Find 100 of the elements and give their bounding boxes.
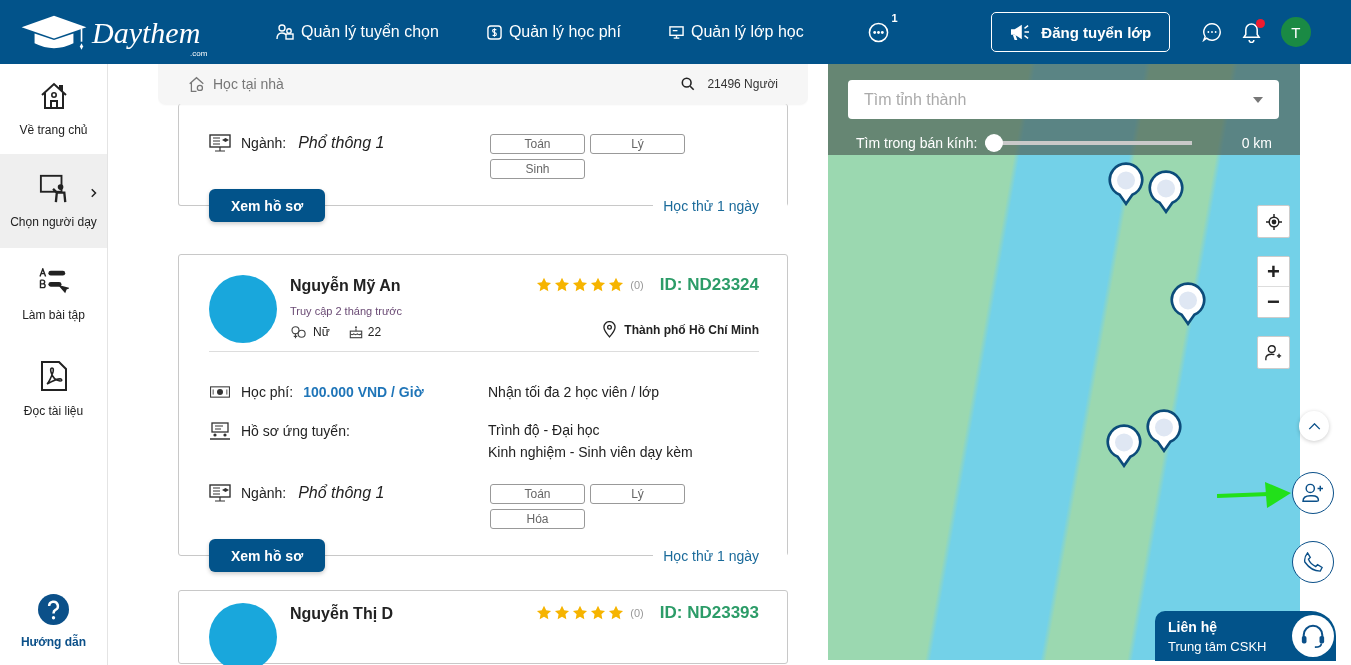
headset-icon (1300, 623, 1326, 649)
fee-label: Học phí: (241, 384, 294, 400)
star-icon (572, 605, 589, 621)
subject-tag: Toán (490, 484, 585, 504)
contact-title: Liên hệ (1168, 618, 1218, 635)
nav-link[interactable]: Quản lý lớp học (668, 23, 804, 41)
nav-link[interactable]: Quản lý tuyển chọn (276, 23, 439, 41)
map-marker[interactable] (1148, 170, 1184, 214)
star-icon (590, 605, 607, 621)
fee-value: 100.000 VND / Giờ (303, 384, 424, 400)
help-icon (38, 594, 69, 625)
profile-label: Hồ sơ ứng tuyển: (241, 423, 350, 439)
bell-icon[interactable] (1241, 21, 1261, 43)
people-icon (276, 24, 294, 40)
view-profile-button[interactable]: Xem hồ sơ (209, 189, 325, 222)
logo-text: Daythem (92, 16, 201, 50)
star-icon (536, 277, 553, 293)
map-marker[interactable] (1106, 424, 1142, 468)
contact-subtitle: Trung tâm CSKH (1168, 638, 1267, 654)
nav-link[interactable]: Quản lý học phí (486, 23, 621, 41)
add-person-button[interactable] (1257, 336, 1290, 369)
monitor-icon (209, 484, 231, 502)
phone-button[interactable] (1292, 541, 1334, 583)
presentation-icon (209, 422, 231, 440)
map-marker[interactable] (1170, 282, 1206, 326)
sidebar-item[interactable]: Chọn người dạy (0, 154, 107, 248)
age: 22 (367, 325, 382, 339)
teacher-board-icon (38, 173, 69, 203)
tutor-id: ID: ND23393 (659, 603, 759, 623)
subject-tag: Toán (490, 134, 585, 154)
chevron-up-icon (1307, 422, 1321, 430)
add-user-icon (1302, 483, 1324, 503)
chat-icon[interactable] (1201, 22, 1222, 42)
sidebar-item[interactable]: Đọc tài liệu (0, 342, 107, 436)
profile-line: Trình độ - Đại học (488, 422, 601, 438)
tutor-name: Nguyễn Thị D (290, 605, 394, 623)
location-pin-icon (603, 321, 617, 338)
tutor-name: Nguyễn Mỹ An (290, 277, 402, 295)
chevron-right-icon (91, 188, 97, 198)
user-avatar[interactable]: T (1280, 17, 1311, 47)
zoom-in-button[interactable]: + (1258, 257, 1289, 287)
caret-icon (1253, 96, 1263, 103)
search-placeholder: Học tại nhà (213, 76, 284, 92)
star-icon (536, 605, 553, 621)
notification-count: 1 (891, 11, 898, 24)
logo-suffix: .com (190, 49, 208, 58)
target-icon (1265, 213, 1282, 230)
dollar-icon (486, 24, 502, 40)
avatar-photo (209, 603, 277, 665)
subject-tag: Lý (590, 484, 685, 504)
post-class-button[interactable]: Đăng tuyển lớp (990, 12, 1170, 52)
add-user-button[interactable] (1292, 472, 1334, 514)
star-icon (590, 277, 607, 293)
scroll-up-button[interactable] (1299, 411, 1329, 441)
search-icon[interactable] (681, 77, 696, 91)
pdf-file-icon (39, 360, 68, 392)
subject-tag: Hóa (490, 509, 585, 529)
gender-icon (290, 325, 308, 339)
locate-button[interactable] (1257, 205, 1290, 238)
star-icon (608, 605, 625, 621)
search-bar[interactable]: Học tại nhà 21496 Người (158, 64, 808, 104)
view-profile-button[interactable]: Xem hồ sơ (209, 539, 325, 572)
contact-widget[interactable]: Liên hệ Trung tâm CSKH (1155, 611, 1336, 661)
major-label: Ngành: (241, 485, 287, 501)
cake-icon (348, 325, 363, 339)
radius-label: Tìm trong bán kính: (856, 135, 978, 151)
profile-line: Kinh nghiệm - Sinh viên dạy kèm (488, 444, 693, 460)
tutor-id: ID: ND23324 (659, 275, 759, 295)
star-icon (554, 277, 571, 293)
house-icon (188, 75, 205, 93)
trial-text: Học thử 1 ngày (653, 197, 787, 214)
monitor-icon (209, 134, 231, 152)
help-link[interactable]: Hướng dẫn (0, 594, 107, 649)
subject-tag: Sinh (490, 159, 585, 179)
money-icon (209, 386, 231, 398)
capacity-text: Nhận tối đa 2 học viên / lớp (488, 384, 660, 400)
more-icon[interactable] (867, 21, 889, 43)
slider-thumb[interactable] (985, 134, 1004, 152)
sidebar-item[interactable]: Về trang chủ (0, 64, 107, 154)
arrow-icon (1217, 480, 1291, 510)
sidebar-item[interactable]: Làm bài tập (0, 248, 107, 342)
monitor-icon (668, 24, 684, 40)
rating-count: (0) (630, 279, 644, 291)
major-value: Phổ thông 1 (298, 484, 385, 502)
star-icon (608, 277, 625, 293)
star-icon (554, 605, 571, 621)
add-person-icon (1265, 344, 1282, 361)
map-marker[interactable] (1146, 409, 1182, 453)
star-icon (572, 277, 589, 293)
rating-count: (0) (630, 607, 644, 619)
phone-icon (1303, 552, 1323, 572)
megaphone-icon (1009, 23, 1032, 41)
map-marker[interactable] (1108, 162, 1144, 206)
major-value: Phổ thông 1 (298, 134, 385, 152)
major-label: Ngành: (241, 135, 287, 151)
gender: Nữ (313, 325, 330, 339)
location: Thành phố Hồ Chí Minh (624, 322, 759, 337)
result-count: 21496 Người (707, 77, 778, 91)
trial-text: Học thử 1 ngày (653, 547, 787, 564)
radius-value: 0 km (1241, 135, 1272, 151)
